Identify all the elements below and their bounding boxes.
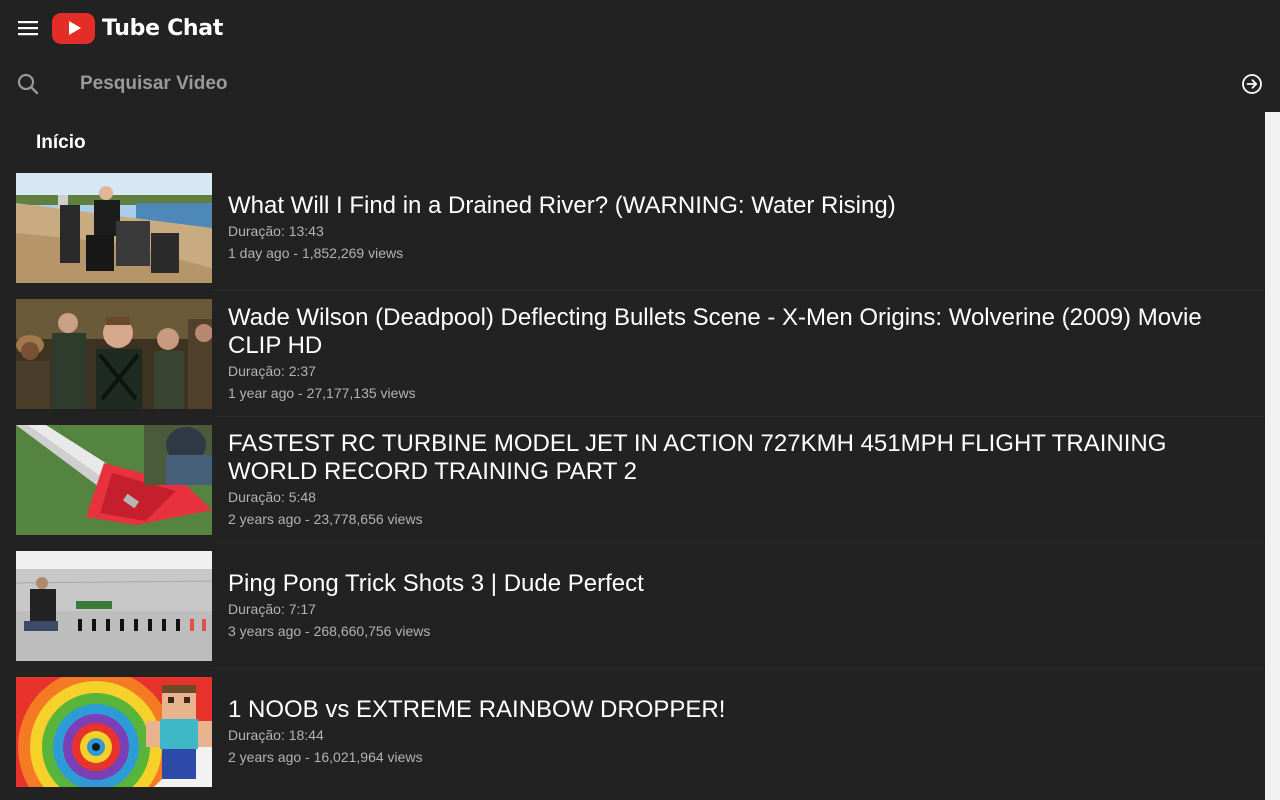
video-duration: Duração: 7:17 xyxy=(228,601,316,617)
video-thumbnail[interactable] xyxy=(16,299,212,409)
video-stats: 1 day ago - 1,852,269 views xyxy=(228,245,404,261)
search-icon[interactable] xyxy=(16,72,40,96)
video-title[interactable]: Ping Pong Trick Shots 3 | Dude Perfect xyxy=(228,570,1258,598)
video-title[interactable]: What Will I Find in a Drained River? (WA… xyxy=(228,192,1258,220)
list-divider xyxy=(212,668,1265,669)
video-stats: 2 years ago - 23,778,656 views xyxy=(228,511,423,527)
video-duration: Duração: 18:44 xyxy=(228,727,324,743)
video-list-item[interactable]: Wade Wilson (Deadpool) Deflecting Bullet… xyxy=(16,299,1265,417)
video-duration: Duração: 5:48 xyxy=(228,489,316,505)
list-divider xyxy=(212,416,1265,417)
search-input[interactable] xyxy=(80,70,1220,98)
list-divider xyxy=(212,542,1265,543)
video-stats: 1 year ago - 27,177,135 views xyxy=(228,385,416,401)
hamburger-menu-icon[interactable] xyxy=(16,16,40,40)
section-title: Início xyxy=(36,132,86,153)
video-thumbnail[interactable] xyxy=(16,551,212,661)
video-list-item[interactable]: Ping Pong Trick Shots 3 | Dude Perfect D… xyxy=(16,551,1265,669)
arrow-circle-right-icon[interactable] xyxy=(1240,72,1264,96)
video-title[interactable]: Wade Wilson (Deadpool) Deflecting Bullet… xyxy=(228,304,1258,360)
video-list-item[interactable]: What Will I Find in a Drained River? (WA… xyxy=(16,173,1265,291)
search-bar xyxy=(0,56,1280,112)
list-divider xyxy=(212,290,1265,291)
top-app-bar: Tube Chat xyxy=(0,0,1280,56)
app-root: Tube Chat Início xyxy=(0,0,1280,800)
app-name: Tube Chat xyxy=(102,15,224,41)
video-duration: Duração: 13:43 xyxy=(228,223,324,239)
scrollbar-track[interactable] xyxy=(1265,112,1280,800)
video-thumbnail[interactable] xyxy=(16,677,212,787)
video-list-item[interactable]: FASTEST RC TURBINE MODEL JET IN ACTION 7… xyxy=(16,425,1265,543)
video-title[interactable]: FASTEST RC TURBINE MODEL JET IN ACTION 7… xyxy=(228,430,1258,486)
video-stats: 2 years ago - 16,021,964 views xyxy=(228,749,423,765)
video-stats: 3 years ago - 268,660,756 views xyxy=(228,623,431,639)
app-logo[interactable]: Tube Chat xyxy=(52,12,223,44)
video-title[interactable]: 1 NOOB vs EXTREME RAINBOW DROPPER! xyxy=(228,696,1258,724)
video-list-item[interactable]: 1 NOOB vs EXTREME RAINBOW DROPPER! Duraç… xyxy=(16,677,1265,787)
video-duration: Duração: 2:37 xyxy=(228,363,316,379)
video-thumbnail[interactable] xyxy=(16,173,212,283)
play-logo-icon xyxy=(52,12,95,44)
video-thumbnail[interactable] xyxy=(16,425,212,535)
